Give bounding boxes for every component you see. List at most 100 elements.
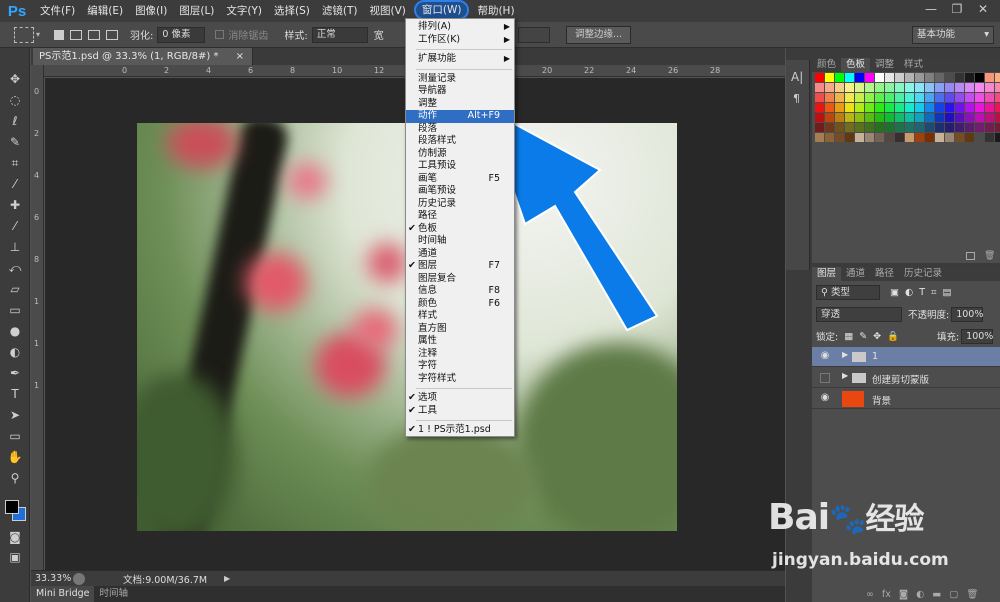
color-swatch[interactable] xyxy=(995,73,1000,82)
color-swatch[interactable] xyxy=(815,133,824,142)
window-menu-item[interactable]: 画笔 F5 xyxy=(406,173,514,186)
window-menu-item[interactable]: 工具 ✔ xyxy=(406,405,514,418)
color-swatch[interactable] xyxy=(885,83,894,92)
intersect-selection-icon[interactable] xyxy=(106,29,119,40)
window-menu-item[interactable]: 测量记录 xyxy=(406,73,514,86)
color-swatch[interactable] xyxy=(845,133,854,142)
color-swatch[interactable] xyxy=(825,83,834,92)
color-swatch[interactable] xyxy=(835,133,844,142)
color-swatch[interactable] xyxy=(855,93,864,102)
color-swatch[interactable] xyxy=(825,103,834,112)
color-swatch[interactable] xyxy=(905,73,914,82)
layer-row[interactable]: ◉ ▶ 1 xyxy=(812,347,1000,367)
color-swatch[interactable] xyxy=(945,83,954,92)
color-swatch[interactable] xyxy=(975,73,984,82)
window-menu-item[interactable]: 导航器 xyxy=(406,85,514,98)
swatch-grid[interactable] xyxy=(815,73,1000,142)
tab-timeline[interactable]: 时间轴 xyxy=(94,586,133,602)
color-swatch[interactable] xyxy=(935,123,944,132)
color-swatch[interactable] xyxy=(905,103,914,112)
color-swatch[interactable] xyxy=(885,133,894,142)
color-swatch[interactable] xyxy=(885,103,894,112)
dodge-tool-icon[interactable]: ◐ xyxy=(5,343,25,361)
crop-tool-icon[interactable]: ⌗ xyxy=(5,154,25,172)
color-swatch[interactable] xyxy=(975,123,984,132)
color-swatch[interactable] xyxy=(885,93,894,102)
tab-mini-bridge[interactable]: Mini Bridge xyxy=(31,586,95,602)
swatches-tab[interactable]: 色板 xyxy=(841,58,871,72)
layer-filter-select[interactable]: ⚲ 类型 xyxy=(816,284,880,300)
color-swatch[interactable] xyxy=(995,93,1000,102)
lock-position-icon[interactable]: ✥ xyxy=(873,331,881,342)
blend-mode-select[interactable]: 穿透 xyxy=(816,306,902,322)
menu-6[interactable]: 滤镜(T) xyxy=(316,0,364,22)
adjustment-layer-icon[interactable]: ◐ xyxy=(916,589,924,600)
quick-mask-icon[interactable]: ◙ xyxy=(5,528,25,546)
color-swatch[interactable] xyxy=(905,83,914,92)
color-swatch[interactable] xyxy=(995,83,1000,92)
status-menu-arrow-icon[interactable]: ▶ xyxy=(224,574,230,583)
color-swatch[interactable] xyxy=(895,73,904,82)
color-swatch[interactable] xyxy=(915,83,924,92)
color-swatch[interactable] xyxy=(865,133,874,142)
menu-8[interactable]: 窗口(W) xyxy=(413,0,470,20)
color-swatch[interactable] xyxy=(825,133,834,142)
color-swatch[interactable] xyxy=(825,93,834,102)
delete-swatch-icon[interactable]: 🗑 xyxy=(984,251,995,261)
gradient-tool-icon[interactable]: ▭ xyxy=(5,301,25,319)
color-swatch[interactable] xyxy=(935,113,944,122)
window-menu-item[interactable]: 字符样式 xyxy=(406,373,514,386)
color-swatch[interactable] xyxy=(835,103,844,112)
color-swatch[interactable] xyxy=(965,133,974,142)
layer-row[interactable]: ◉ 背景 xyxy=(812,389,1000,409)
color-swatch[interactable] xyxy=(855,123,864,132)
zoom-tool-icon[interactable]: ⚲ xyxy=(5,469,25,487)
window-menu-item[interactable]: 工作区(K) ▶ xyxy=(406,34,514,47)
menu-5[interactable]: 选择(S) xyxy=(268,0,316,22)
color-swatch[interactable] xyxy=(925,83,934,92)
workspace-select[interactable]: 基本功能 ▾ xyxy=(912,26,994,44)
window-menu-item[interactable]: 调整 xyxy=(406,98,514,111)
color-swatch[interactable] xyxy=(835,73,844,82)
healing-brush-icon[interactable]: ✚ xyxy=(5,196,25,214)
color-swatch[interactable] xyxy=(925,103,934,112)
document-tab[interactable]: PS示范1.psd @ 33.3% (1, RGB/8#) * × xyxy=(33,48,253,65)
lock-image-icon[interactable]: ✎ xyxy=(859,331,867,342)
window-menu-item[interactable]: 字符 xyxy=(406,360,514,373)
color-swatch[interactable] xyxy=(815,83,824,92)
color-swatch[interactable] xyxy=(955,93,964,102)
color-swatch[interactable] xyxy=(865,123,874,132)
color-swatch[interactable] xyxy=(965,113,974,122)
color-swatch[interactable] xyxy=(955,123,964,132)
window-menu-item[interactable]: 扩展功能 ▶ xyxy=(406,53,514,66)
color-swatch[interactable] xyxy=(985,133,994,142)
pen-tool-icon[interactable]: ✒ xyxy=(5,364,25,382)
color-swatch[interactable] xyxy=(875,73,884,82)
status-info-icon[interactable] xyxy=(73,572,85,585)
minimize-button[interactable]: — xyxy=(918,0,944,18)
window-menu-item[interactable]: 仿制源 xyxy=(406,148,514,161)
color-swatch[interactable] xyxy=(905,113,914,122)
color-swatch[interactable] xyxy=(985,93,994,102)
color-swatch[interactable] xyxy=(935,73,944,82)
menu-3[interactable]: 图层(L) xyxy=(173,0,220,22)
color-swatch[interactable] xyxy=(945,93,954,102)
color-swatch[interactable] xyxy=(835,93,844,102)
color-swatch[interactable] xyxy=(815,123,824,132)
window-menu-item[interactable]: 注释 xyxy=(406,348,514,361)
new-selection-icon[interactable] xyxy=(54,29,65,40)
antialias-checkbox[interactable] xyxy=(215,30,225,39)
new-layer-icon[interactable]: ▢ xyxy=(949,589,958,600)
window-menu-item[interactable]: 色板 ✔ xyxy=(406,223,514,236)
menu-1[interactable]: 编辑(E) xyxy=(81,0,129,22)
color-swatch[interactable] xyxy=(955,103,964,112)
filter-shape-icon[interactable]: ⌗ xyxy=(931,287,936,298)
color-swatch[interactable] xyxy=(855,103,864,112)
color-swatch[interactable] xyxy=(865,73,874,82)
window-menu-item[interactable]: 段落样式 xyxy=(406,135,514,148)
move-tool-icon[interactable]: ✥ xyxy=(5,70,25,88)
color-swatch[interactable] xyxy=(885,123,894,132)
clone-stamp-icon[interactable]: ⊥ xyxy=(5,238,25,256)
color-swatch[interactable] xyxy=(845,73,854,82)
layer-row[interactable]: ▶ 创建剪切蒙版 xyxy=(812,368,1000,388)
